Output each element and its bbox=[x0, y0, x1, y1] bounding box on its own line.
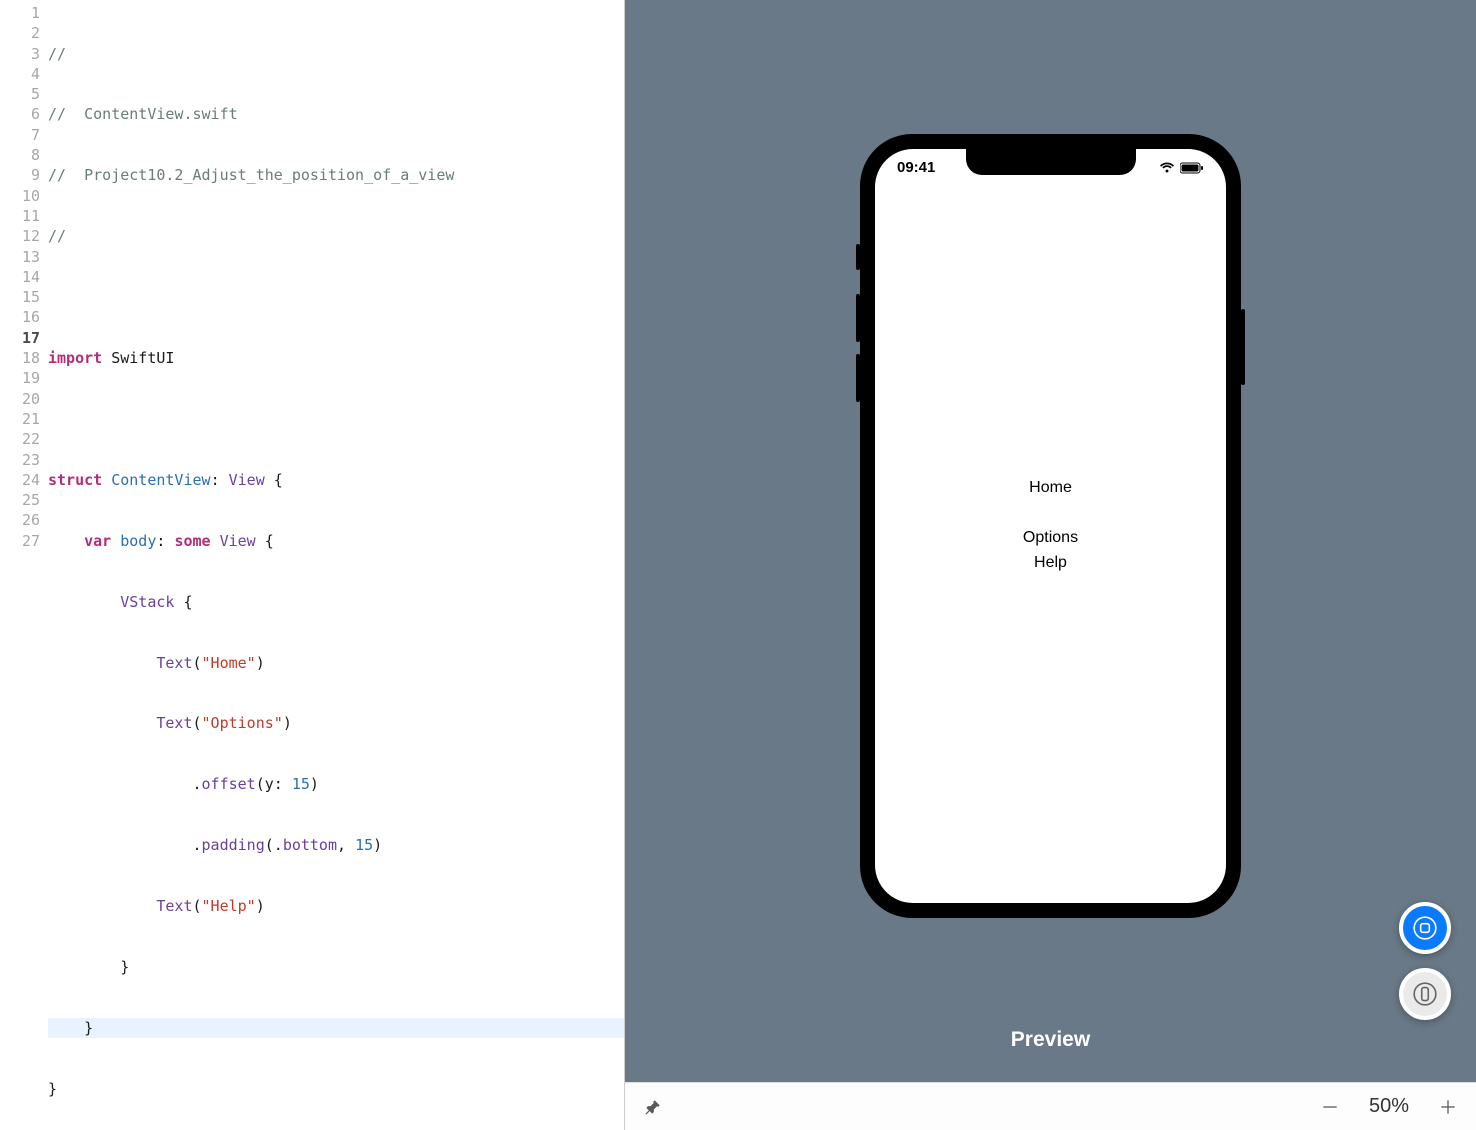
code-editor-pane[interactable]: 1 2 3 4 5 6 7 8 9 10 11 12 13 14 15 16 1… bbox=[0, 0, 625, 1130]
preview-pane: 09:41 Home Options Help bbox=[625, 0, 1476, 1130]
device-settings-button[interactable] bbox=[1399, 968, 1451, 1020]
preview-label: Preview bbox=[625, 1028, 1476, 1052]
zoom-percent: 50% bbox=[1366, 1095, 1412, 1118]
pin-button[interactable] bbox=[639, 1093, 667, 1121]
preview-canvas[interactable]: 09:41 Home Options Help bbox=[625, 0, 1476, 1082]
device-volume-down bbox=[856, 354, 860, 402]
device-power-button bbox=[1241, 309, 1245, 385]
device-screen: 09:41 Home Options Help bbox=[875, 149, 1226, 903]
device-mute-switch bbox=[856, 244, 860, 270]
device-frame: 09:41 Home Options Help bbox=[860, 134, 1241, 918]
device-notch bbox=[966, 149, 1136, 175]
code-content[interactable]: // // ContentView.swift // Project10.2_A… bbox=[48, 0, 624, 1130]
device-volume-up bbox=[856, 294, 860, 342]
line-number-gutter: 1 2 3 4 5 6 7 8 9 10 11 12 13 14 15 16 1… bbox=[0, 0, 48, 1130]
zoom-out-button[interactable] bbox=[1316, 1093, 1344, 1121]
text-home: Home bbox=[1029, 478, 1072, 499]
zoom-in-button[interactable] bbox=[1434, 1093, 1462, 1121]
text-options: Options bbox=[1023, 528, 1078, 549]
live-preview-button[interactable] bbox=[1399, 902, 1451, 954]
preview-content: Home Options Help bbox=[875, 149, 1226, 903]
zoom-toolbar: 50% bbox=[625, 1082, 1476, 1130]
text-help: Help bbox=[1034, 553, 1067, 574]
